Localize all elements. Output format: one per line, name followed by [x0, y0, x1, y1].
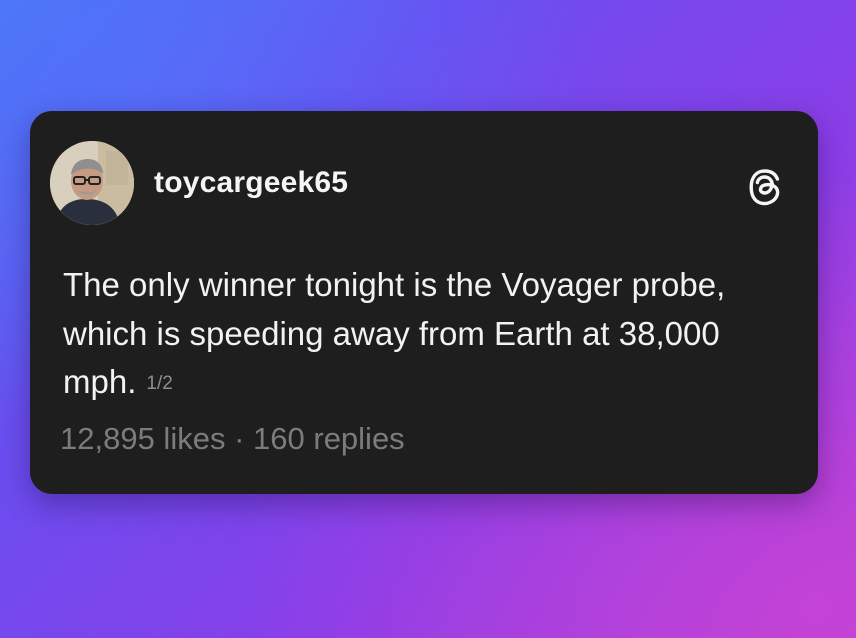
avatar-photo-icon	[50, 141, 134, 225]
post-card: toycargeek65 The only winner tonight is …	[30, 111, 818, 494]
threads-logo-icon[interactable]	[748, 168, 782, 206]
post-stats: 12,895 likes · 160 replies	[60, 421, 405, 457]
post-body: The only winner tonight is the Voyager p…	[63, 261, 803, 409]
replies-count[interactable]: 160 replies	[253, 421, 405, 456]
stats-separator: ·	[234, 421, 245, 456]
avatar[interactable]	[50, 141, 134, 225]
thread-position: 1/2	[146, 373, 173, 394]
username[interactable]: toycargeek65	[154, 166, 348, 200]
likes-count[interactable]: 12,895 likes	[60, 421, 225, 456]
